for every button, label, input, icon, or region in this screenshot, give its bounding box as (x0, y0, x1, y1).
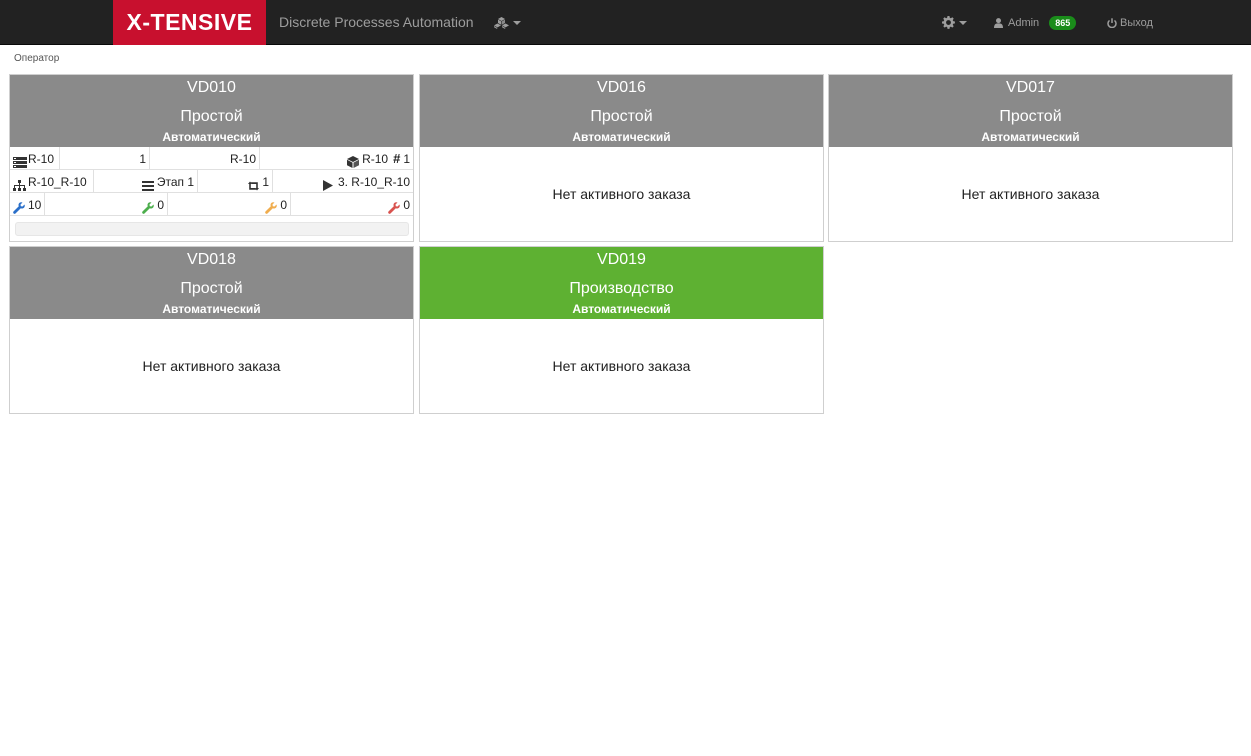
user-name: Admin (1008, 16, 1040, 29)
stage-value: Этап 1 (156, 174, 194, 189)
machine-card[interactable]: VD010 Простой Автоматический R-10 1 R-10… (9, 74, 414, 242)
machine-mode: Автоматический (572, 130, 671, 144)
chevron-down-icon (959, 20, 967, 25)
route-cell: R-10_R-10 (10, 170, 94, 193)
qty-value: 1 (139, 151, 146, 166)
machine-card-header: VD010 Простой Автоматический (10, 75, 413, 147)
machine-card[interactable]: VD019 Производство Автоматический Нет ак… (419, 246, 824, 414)
machine-name: VD010 (187, 79, 236, 96)
settings-menu[interactable] (942, 0, 967, 45)
no-active-order-text: Нет активного заказа (142, 358, 281, 374)
machine-card[interactable]: VD017 Простой Автоматический Нет активно… (828, 74, 1233, 242)
package-value: R-10 (362, 151, 389, 166)
machine-mode: Автоматический (162, 130, 261, 144)
cycle-value: 1 (262, 174, 269, 189)
step-value: 3. R-10_R-10 (337, 174, 410, 189)
machine-state: Простой (180, 280, 243, 297)
machine-state: Производство (569, 280, 674, 297)
tools-orange-value: 0 (280, 197, 287, 212)
route-value: R-10_R-10 (28, 174, 87, 189)
wrench-icon (142, 199, 155, 214)
tools-green-cell: 0 (45, 193, 168, 216)
tools-blue-value: 10 (28, 197, 42, 212)
list-icon (141, 176, 154, 191)
no-active-order-text: Нет активного заказа (961, 186, 1100, 202)
top-navbar: X-TENSIVE Discrete Processes Automation (0, 0, 1251, 45)
tools-red-cell: 0 (291, 193, 413, 216)
cube-icon (347, 153, 360, 168)
wrench-icon (265, 199, 278, 214)
item-value: R-10 (229, 151, 256, 166)
product-value: R-10 (28, 151, 55, 166)
item-cell: R-10 (150, 147, 260, 170)
details-row-product: R-10 1 R-10 R-10 # 1 (10, 147, 413, 170)
machine-mode: Автоматический (572, 302, 671, 316)
machine-name: VD016 (597, 79, 646, 96)
machine-mode: Автоматический (162, 302, 261, 316)
gear-icon (942, 16, 955, 29)
sitemap-icon (13, 176, 26, 191)
machine-name: VD019 (597, 251, 646, 268)
retweet-icon (247, 176, 260, 190)
play-icon (322, 176, 335, 191)
server-icon (13, 153, 27, 168)
brand-logo[interactable]: X-TENSIVE (113, 0, 266, 45)
machine-card[interactable]: VD016 Простой Автоматический Нет активно… (419, 74, 824, 242)
tools-blue-cell: 10 (10, 193, 45, 216)
stage-cell: Этап 1 (94, 170, 198, 193)
machine-state: Простой (180, 108, 243, 125)
no-active-order-text: Нет активного заказа (552, 186, 691, 202)
package-cell: R-10 # 1 (260, 147, 413, 170)
machine-name: VD017 (1006, 79, 1055, 96)
qty-cell: 1 (60, 147, 150, 170)
tools-orange-cell: 0 (168, 193, 291, 216)
hash-icon: # (393, 150, 401, 166)
no-active-order-text: Нет активного заказа (552, 358, 691, 374)
power-icon (1107, 17, 1117, 28)
machine-card-header: VD019 Производство Автоматический (420, 247, 823, 319)
machine-card-header: VD017 Простой Автоматический (829, 75, 1232, 147)
product-cell: R-10 (10, 147, 60, 170)
cubes-icon (494, 16, 509, 29)
breadcrumb[interactable]: Оператор (14, 53, 59, 64)
chevron-down-icon (513, 20, 521, 25)
logout-label: Выход (1120, 16, 1153, 29)
machine-mode: Автоматический (981, 130, 1080, 144)
order-progress-bar (15, 222, 409, 236)
cycle-cell: 1 (198, 170, 273, 193)
details-row-route: R-10_R-10 Этап 1 1 3. R-10_R-10 (10, 170, 413, 193)
user-menu[interactable]: Admin 865 (994, 0, 1077, 45)
machine-card[interactable]: VD018 Простой Автоматический Нет активно… (9, 246, 414, 414)
details-row-tools: 10 0 0 0 (10, 193, 413, 216)
machine-name: VD018 (187, 251, 236, 268)
machine-state: Простой (999, 108, 1062, 125)
machine-card-header: VD016 Простой Автоматический (420, 75, 823, 147)
wrench-icon (13, 199, 25, 214)
count-value: 1 (403, 151, 410, 166)
app-title[interactable]: Discrete Processes Automation (279, 0, 474, 45)
machines-menu[interactable] (494, 0, 521, 45)
tools-red-value: 0 (403, 197, 410, 212)
tools-green-value: 0 (157, 197, 164, 212)
wrench-icon (388, 199, 401, 214)
user-icon (994, 17, 1003, 28)
machine-state: Простой (590, 108, 653, 125)
logout-link[interactable]: Выход (1107, 0, 1153, 45)
step-cell: 3. R-10_R-10 (273, 170, 413, 193)
notification-badge[interactable]: 865 (1049, 15, 1077, 30)
machine-card-header: VD018 Простой Автоматический (10, 247, 413, 319)
